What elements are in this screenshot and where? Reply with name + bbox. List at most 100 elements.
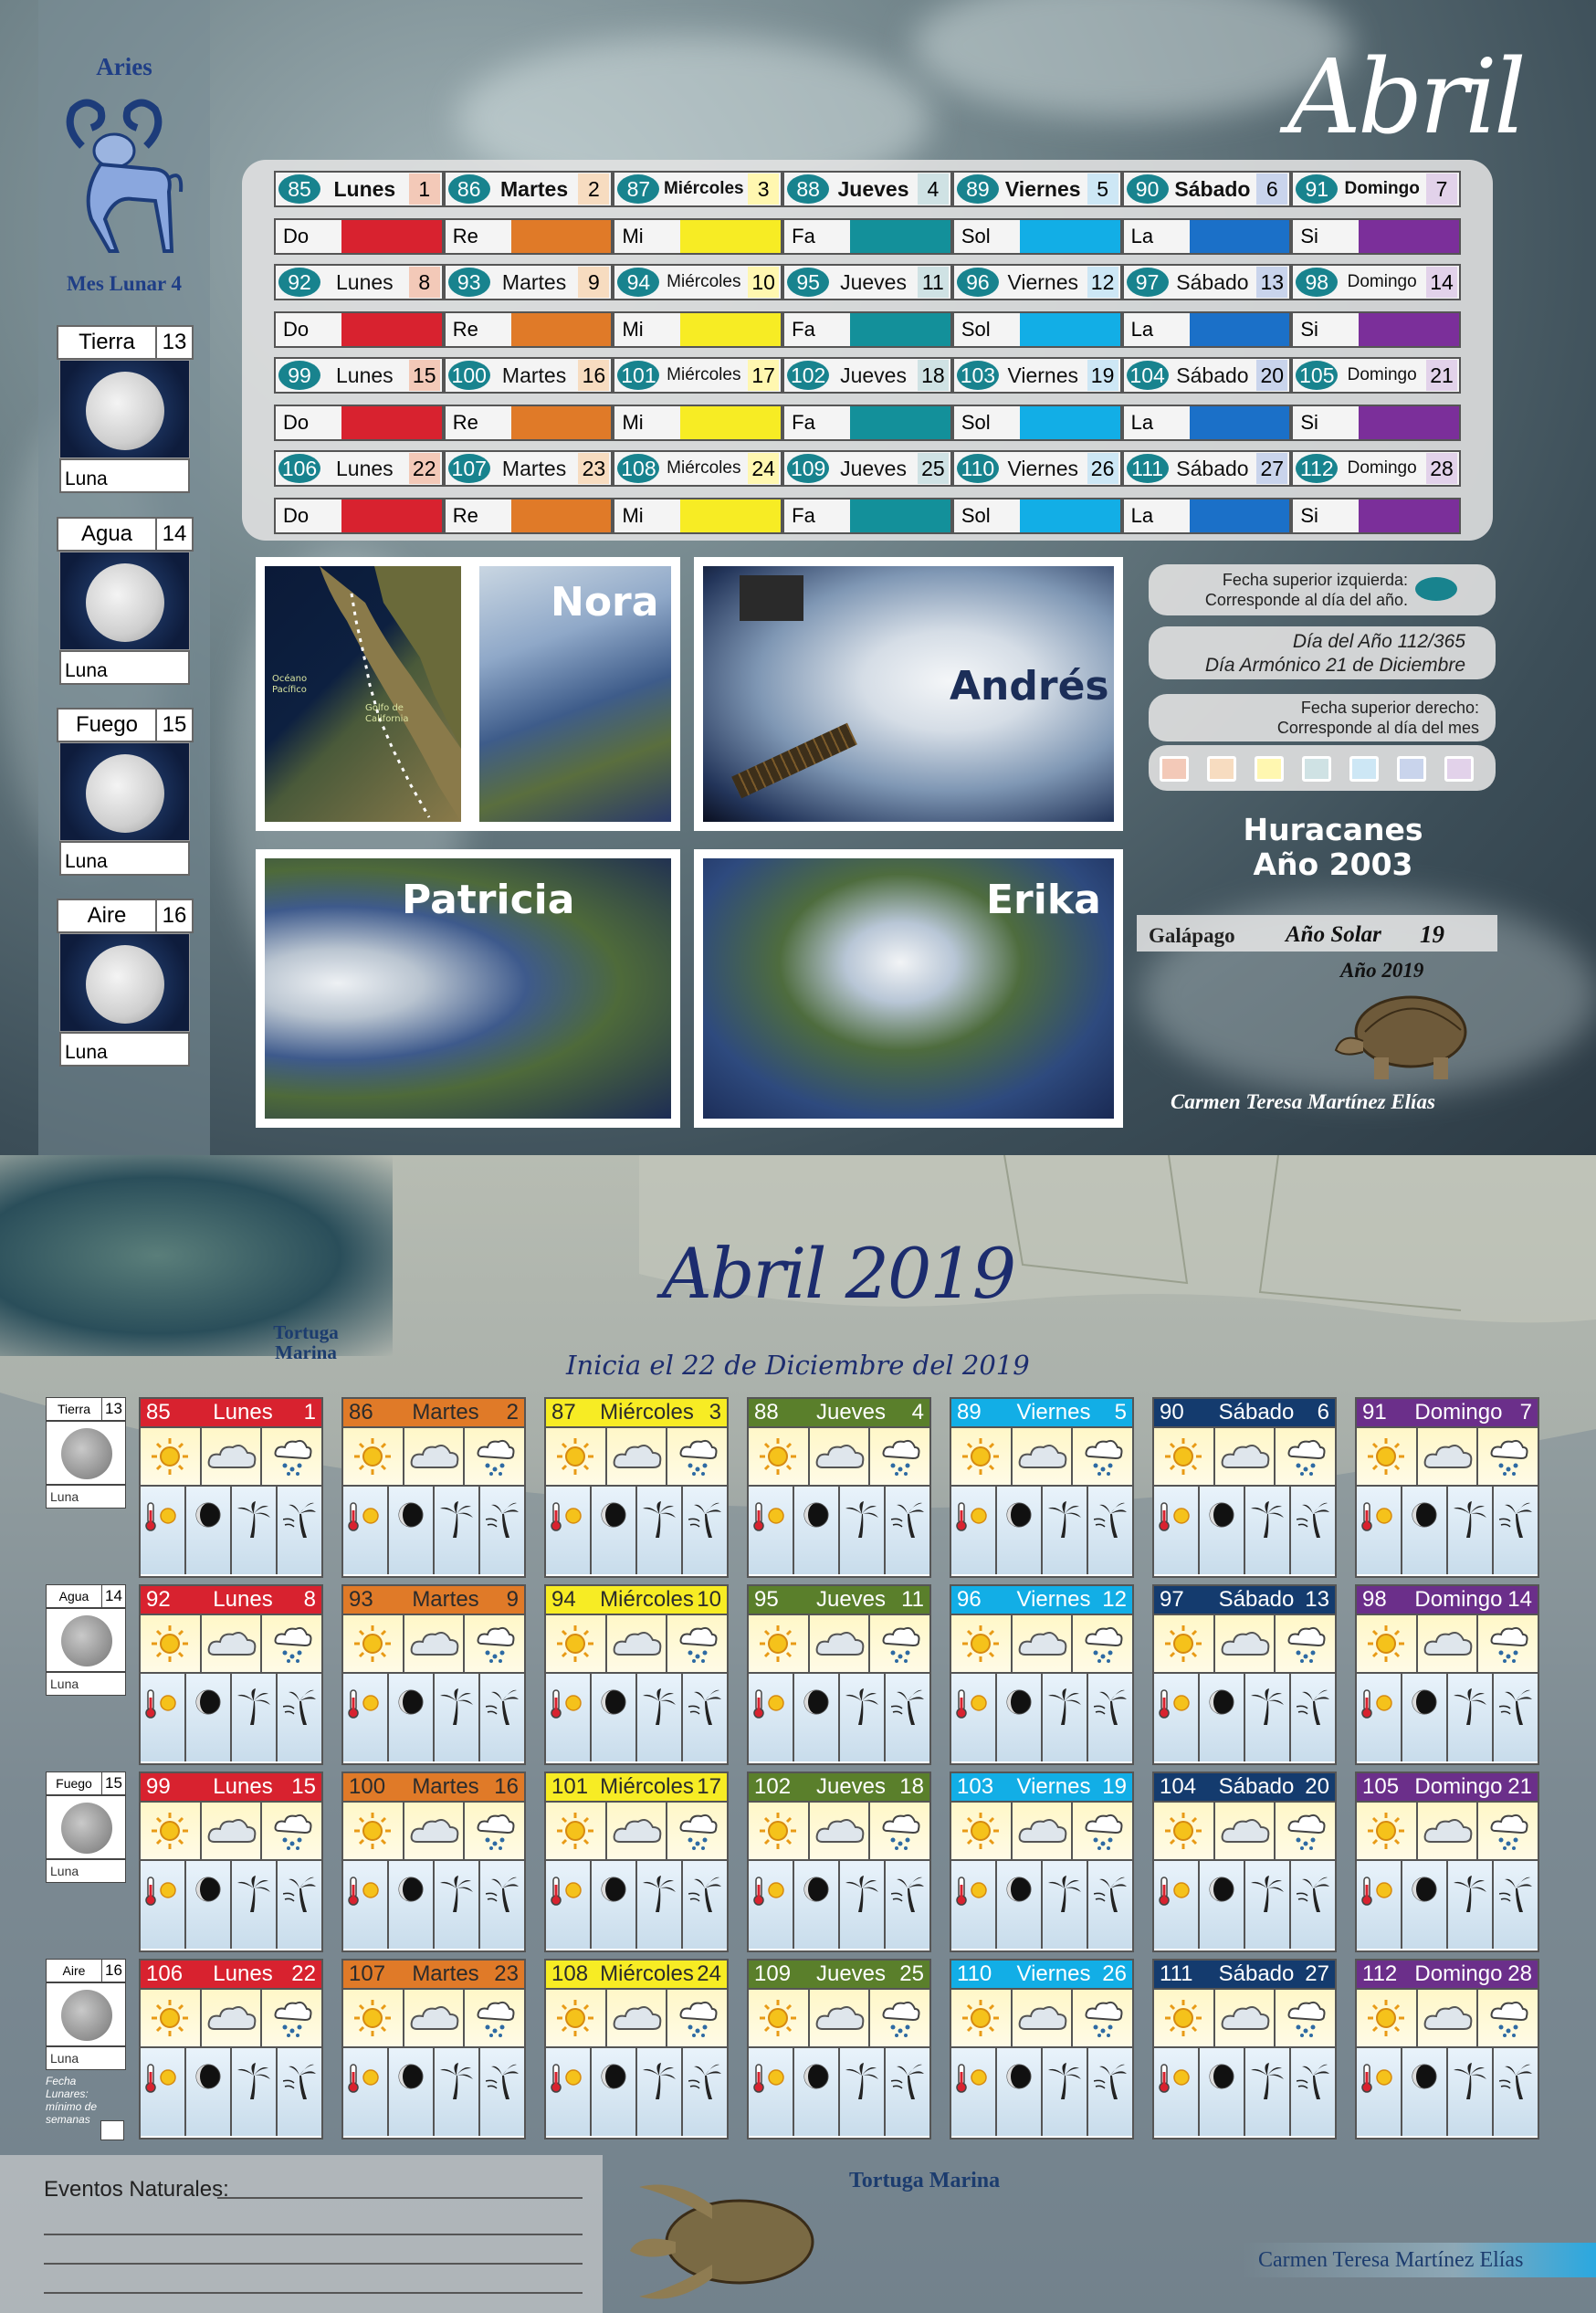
sun-icon[interactable] (749, 1615, 810, 1672)
sun-icon[interactable] (141, 1803, 202, 1859)
day-cell[interactable]: 88 Jueves 4 (782, 171, 952, 207)
day-card[interactable]: 106 Lunes 22 (139, 1959, 323, 2140)
wind-palm-icon[interactable] (1494, 1487, 1538, 1574)
sun-icon[interactable] (546, 1615, 607, 1672)
moon-phase-icon[interactable] (1200, 2048, 1245, 2136)
sun-icon[interactable] (1357, 1990, 1418, 2046)
palm-tree-icon[interactable] (1448, 1861, 1494, 1949)
cloud-icon[interactable] (607, 1615, 668, 1672)
thermometer-sun-icon[interactable] (1154, 1487, 1200, 1574)
palm-tree-icon[interactable] (232, 2048, 278, 2136)
day-cell[interactable]: 99 Lunes 15 (274, 357, 444, 394)
thermometer-sun-icon[interactable] (1357, 1674, 1402, 1761)
sun-icon[interactable] (343, 1428, 404, 1485)
thermometer-sun-icon[interactable] (749, 1674, 794, 1761)
wind-palm-icon[interactable] (1291, 1487, 1335, 1574)
moon-phase-icon[interactable] (592, 1674, 637, 1761)
rain-cloud-icon[interactable] (667, 1615, 727, 1672)
moon-phase-icon[interactable] (1200, 1487, 1245, 1574)
cloud-icon[interactable] (404, 1990, 466, 2046)
write-line[interactable] (217, 2197, 583, 2199)
day-cell[interactable]: 107 Martes 23 (443, 450, 614, 487)
thermometer-sun-icon[interactable] (343, 1487, 389, 1574)
day-cell[interactable]: 103 Viernes 19 (951, 357, 1122, 394)
day-card[interactable]: 104 Sábado 20 (1152, 1772, 1337, 1952)
moon-phase-icon[interactable] (186, 2048, 232, 2136)
day-cell[interactable]: 90 Sábado 6 (1121, 171, 1292, 207)
palm-tree-icon[interactable] (1448, 2048, 1494, 2136)
cloud-icon[interactable] (1013, 1990, 1074, 2046)
sun-icon[interactable] (141, 1615, 202, 1672)
sun-icon[interactable] (951, 1428, 1013, 1485)
day-cell[interactable]: 100 Martes 16 (443, 357, 614, 394)
rain-cloud-icon[interactable] (667, 1990, 727, 2046)
sun-icon[interactable] (1357, 1428, 1418, 1485)
day-cell[interactable]: 96 Viernes 12 (951, 264, 1122, 300)
moon-phase-icon[interactable] (1402, 1487, 1448, 1574)
wind-palm-icon[interactable] (480, 2048, 524, 2136)
day-card[interactable]: 97 Sábado 13 (1152, 1584, 1337, 1765)
palm-tree-icon[interactable] (435, 2048, 480, 2136)
wind-palm-icon[interactable] (278, 1861, 321, 1949)
moon-phase-icon[interactable] (389, 1487, 435, 1574)
thermometer-sun-icon[interactable] (546, 2048, 592, 2136)
day-card[interactable]: 108 Miércoles 24 (544, 1959, 729, 2140)
moon-phase-icon[interactable] (794, 1861, 840, 1949)
wind-palm-icon[interactable] (1494, 1674, 1538, 1761)
rain-cloud-icon[interactable] (262, 1803, 321, 1859)
palm-tree-icon[interactable] (1245, 2048, 1291, 2136)
thermometer-sun-icon[interactable] (951, 1861, 997, 1949)
rain-cloud-icon[interactable] (667, 1803, 727, 1859)
wind-palm-icon[interactable] (480, 1674, 524, 1761)
day-card[interactable]: 88 Jueves 4 (747, 1397, 931, 1578)
thermometer-sun-icon[interactable] (951, 2048, 997, 2136)
moon-phase-icon[interactable] (186, 1674, 232, 1761)
rain-cloud-icon[interactable] (667, 1428, 727, 1485)
day-cell[interactable]: 112 Domingo 28 (1291, 450, 1462, 487)
cloud-icon[interactable] (810, 1615, 871, 1672)
rain-cloud-icon[interactable] (1478, 1803, 1538, 1859)
moon-phase-icon[interactable] (997, 1487, 1043, 1574)
moon-phase-icon[interactable] (1402, 1674, 1448, 1761)
wind-palm-icon[interactable] (1088, 2048, 1132, 2136)
day-card[interactable]: 86 Martes 2 (341, 1397, 526, 1578)
rain-cloud-icon[interactable] (870, 1990, 929, 2046)
day-card[interactable]: 85 Lunes 1 (139, 1397, 323, 1578)
wind-palm-icon[interactable] (886, 2048, 929, 2136)
wind-palm-icon[interactable] (278, 2048, 321, 2136)
rain-cloud-icon[interactable] (1478, 1615, 1538, 1672)
moon-phase-icon[interactable] (1402, 2048, 1448, 2136)
thermometer-sun-icon[interactable] (749, 2048, 794, 2136)
cloud-icon[interactable] (1215, 1803, 1276, 1859)
rain-cloud-icon[interactable] (262, 1990, 321, 2046)
day-card[interactable]: 87 Miércoles 3 (544, 1397, 729, 1578)
wind-palm-icon[interactable] (1494, 2048, 1538, 2136)
thermometer-sun-icon[interactable] (1357, 2048, 1402, 2136)
day-cell[interactable]: 85 Lunes 1 (274, 171, 444, 207)
cloud-icon[interactable] (607, 1990, 668, 2046)
sun-icon[interactable] (749, 1990, 810, 2046)
thermometer-sun-icon[interactable] (546, 1861, 592, 1949)
day-card[interactable]: 95 Jueves 11 (747, 1584, 931, 1765)
day-card[interactable]: 94 Miércoles 10 (544, 1584, 729, 1765)
palm-tree-icon[interactable] (840, 1861, 886, 1949)
cloud-icon[interactable] (1013, 1615, 1074, 1672)
moon-phase-icon[interactable] (592, 1861, 637, 1949)
moon-phase-icon[interactable] (1200, 1861, 1245, 1949)
rain-cloud-icon[interactable] (1073, 1990, 1132, 2046)
cloud-icon[interactable] (202, 1615, 263, 1672)
rain-cloud-icon[interactable] (1073, 1428, 1132, 1485)
day-cell[interactable]: 93 Martes 9 (443, 264, 614, 300)
day-cell[interactable]: 92 Lunes 8 (274, 264, 444, 300)
palm-tree-icon[interactable] (1245, 1674, 1291, 1761)
sun-icon[interactable] (343, 1615, 404, 1672)
day-cell[interactable]: 109 Jueves 25 (782, 450, 952, 487)
moon-phase-icon[interactable] (997, 1674, 1043, 1761)
moon-phase-icon[interactable] (794, 1487, 840, 1574)
wind-palm-icon[interactable] (886, 1861, 929, 1949)
cloud-icon[interactable] (202, 1803, 263, 1859)
rain-cloud-icon[interactable] (1073, 1615, 1132, 1672)
wind-palm-icon[interactable] (1291, 1674, 1335, 1761)
palm-tree-icon[interactable] (840, 1487, 886, 1574)
thermometer-sun-icon[interactable] (343, 1674, 389, 1761)
